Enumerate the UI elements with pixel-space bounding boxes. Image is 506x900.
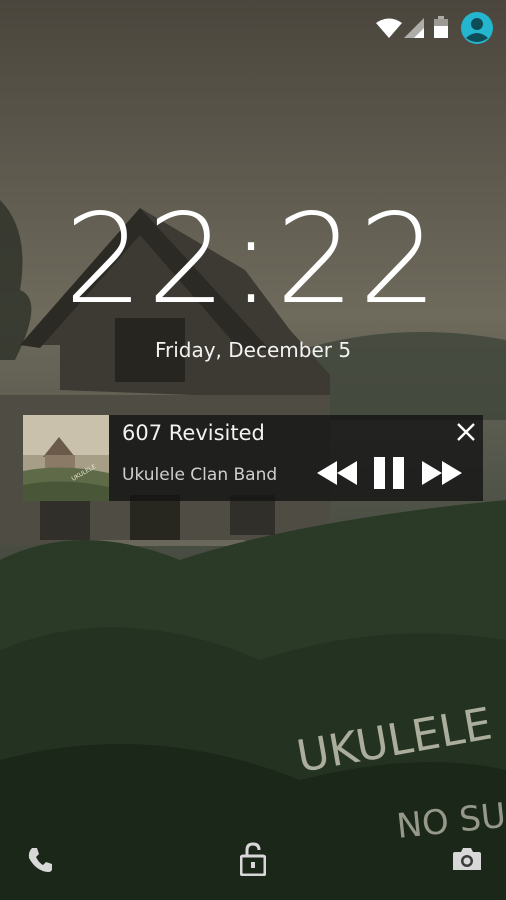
track-artist: Ukulele Clan Band — [122, 465, 278, 485]
track-title: 607 Revisited — [122, 421, 265, 445]
clock: 22:22 — [64, 188, 442, 332]
unlock-icon[interactable] — [240, 842, 266, 876]
signal-icon — [404, 18, 424, 38]
camera-icon[interactable] — [452, 846, 482, 872]
phone-icon[interactable] — [26, 846, 54, 874]
pause-icon[interactable] — [372, 453, 406, 493]
close-icon[interactable] — [455, 421, 477, 443]
fast-forward-icon[interactable] — [422, 453, 462, 493]
user-avatar-icon[interactable] — [461, 12, 493, 44]
date-label: Friday, December 5 — [154, 338, 352, 362]
status-bar — [0, 0, 506, 56]
album-art: UKULELE — [23, 415, 109, 501]
rewind-icon[interactable] — [317, 453, 357, 493]
battery-icon — [434, 16, 448, 38]
media-notification[interactable]: UKULELE 607 Revisited Ukulele Clan Band — [23, 415, 483, 501]
wifi-icon — [376, 18, 402, 38]
